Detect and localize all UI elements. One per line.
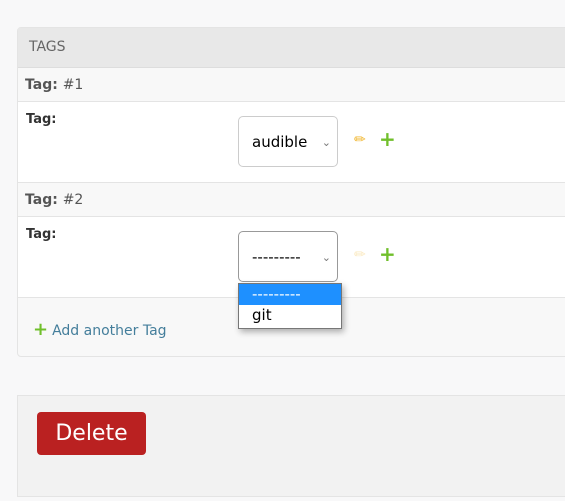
add-another-label: Add another Tag bbox=[52, 323, 167, 339]
tag-select-2[interactable]: --------- ⌄ bbox=[238, 231, 338, 282]
inline-header-label: Tag: bbox=[25, 192, 58, 208]
inline-header-2: Tag: #2 bbox=[18, 183, 565, 216]
add-related-plus-icon[interactable]: + bbox=[379, 127, 396, 151]
delete-button[interactable]: Delete bbox=[37, 412, 146, 455]
select-value: --------- bbox=[252, 248, 301, 266]
chevron-down-icon: ⌄ bbox=[321, 251, 331, 264]
inline-header-label: Tag: bbox=[25, 77, 58, 93]
tag-select-1[interactable]: audible ⌄ bbox=[238, 116, 338, 167]
tag-label: Tag: bbox=[26, 227, 57, 242]
select-value: audible bbox=[252, 133, 308, 151]
edit-pencil-icon[interactable]: ✏ bbox=[354, 132, 366, 148]
chevron-down-icon: ⌄ bbox=[321, 136, 331, 149]
inline-header-1: Tag: #1 bbox=[18, 68, 565, 101]
module-title: TAGS bbox=[18, 28, 565, 68]
add-related-plus-icon[interactable]: + bbox=[379, 242, 396, 266]
inline-header-number: #2 bbox=[62, 192, 84, 208]
edit-pencil-icon: ✏ bbox=[354, 247, 366, 263]
dropdown-option[interactable]: --------- bbox=[239, 284, 341, 305]
tag-label: Tag: bbox=[26, 112, 57, 127]
tag-select-dropdown: --------- git bbox=[238, 283, 342, 329]
inline-row-1: Tag: audible ⌄ ✏ + bbox=[18, 101, 565, 183]
submit-row: Delete bbox=[17, 395, 565, 497]
plus-icon: + bbox=[33, 319, 49, 340]
add-another-tag-link[interactable]: + Add another Tag bbox=[33, 319, 167, 340]
inline-header-number: #1 bbox=[62, 77, 84, 93]
dropdown-option[interactable]: git bbox=[239, 305, 341, 326]
